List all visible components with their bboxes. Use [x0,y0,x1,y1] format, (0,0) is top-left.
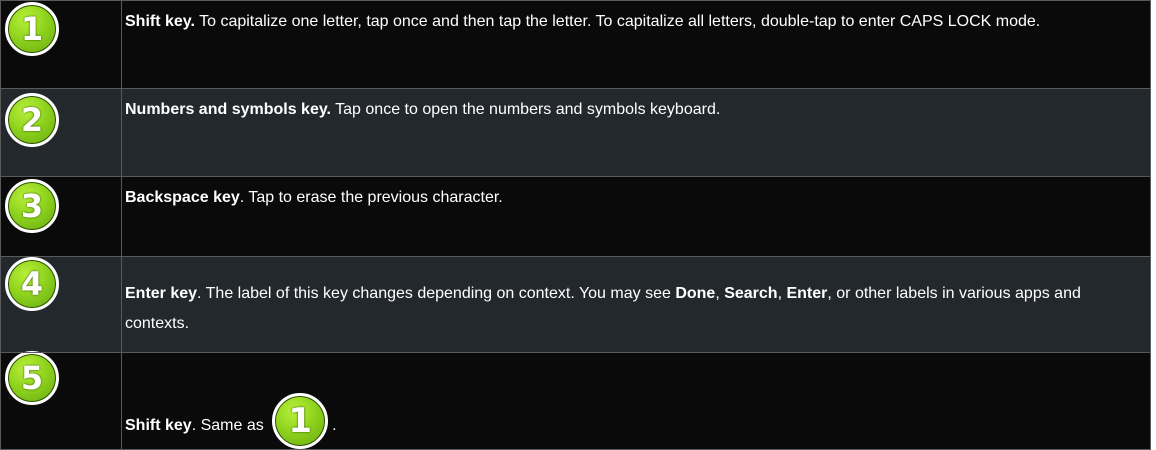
number-badge-icon: 2 [5,93,59,147]
number-badge-icon: 4 [5,257,59,311]
table-row: 3 Backspace key. Tap to erase the previo… [0,176,1151,257]
key-description: . Same as [191,417,269,434]
separator: , [715,285,725,302]
key-title: Enter key [125,285,198,302]
table-row: 5 Shift key. Same as 1. [0,351,1151,450]
description-cell: Numbers and symbols key. Tap once to ope… [121,88,1151,177]
key-title: Shift key. [125,13,195,30]
key-title: Shift key [125,417,192,434]
number-cell: 1 [0,0,122,89]
number-cell: 5 [0,351,122,450]
key-description: . Tap to erase the previous character. [239,189,503,206]
key-description: To capitalize one letter, tap once and t… [194,13,1041,30]
description-cell: Shift key. Same as 1. [121,352,1151,450]
number-cell: 3 [0,176,122,257]
done-label: Done [675,285,716,302]
description-cell: Backspace key. Tap to erase the previous… [121,176,1151,257]
number-cell: 4 [0,256,122,353]
keyboard-keys-table: 1 Shift key. To capitalize one letter, t… [0,0,1151,450]
enter-label: Enter [786,285,828,302]
search-label: Search [724,285,778,302]
number-badge-icon: 1 [5,2,59,56]
description-cell: Shift key. To capitalize one letter, tap… [121,0,1151,89]
key-description: . The label of this key changes dependin… [197,285,676,302]
description-cell: Enter key. The label of this key changes… [121,256,1151,353]
number-badge-icon: 3 [5,179,59,233]
number-badge-icon: 5 [5,351,59,405]
number-cell: 2 [0,88,122,177]
period: . [332,417,337,434]
key-title: Backspace key [125,189,240,206]
table-row: 4 Enter key. The label of this key chang… [0,256,1151,353]
table-row: 1 Shift key. To capitalize one letter, t… [0,0,1151,89]
key-title: Numbers and symbols key. [125,101,331,118]
table-row: 2 Numbers and symbols key. Tap once to o… [0,88,1151,177]
key-description: Tap once to open the numbers and symbols… [331,101,721,118]
